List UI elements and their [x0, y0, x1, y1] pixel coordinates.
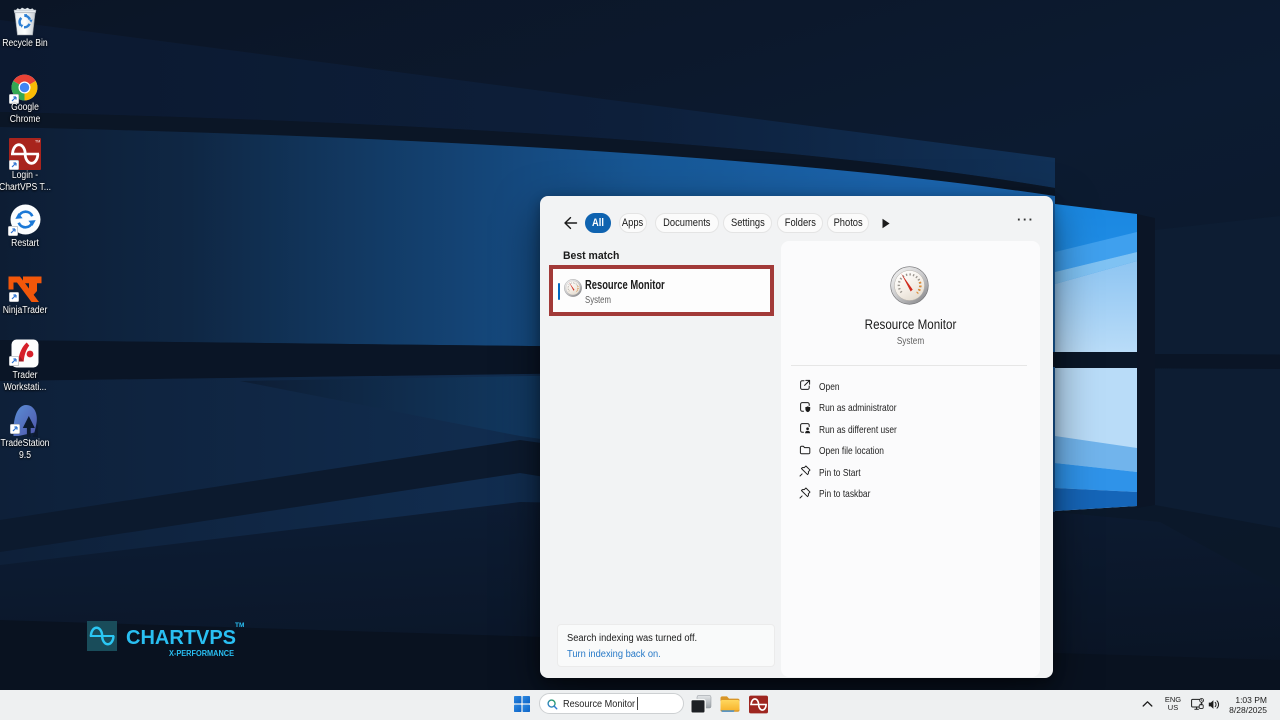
- svg-text:TM: TM: [35, 140, 40, 144]
